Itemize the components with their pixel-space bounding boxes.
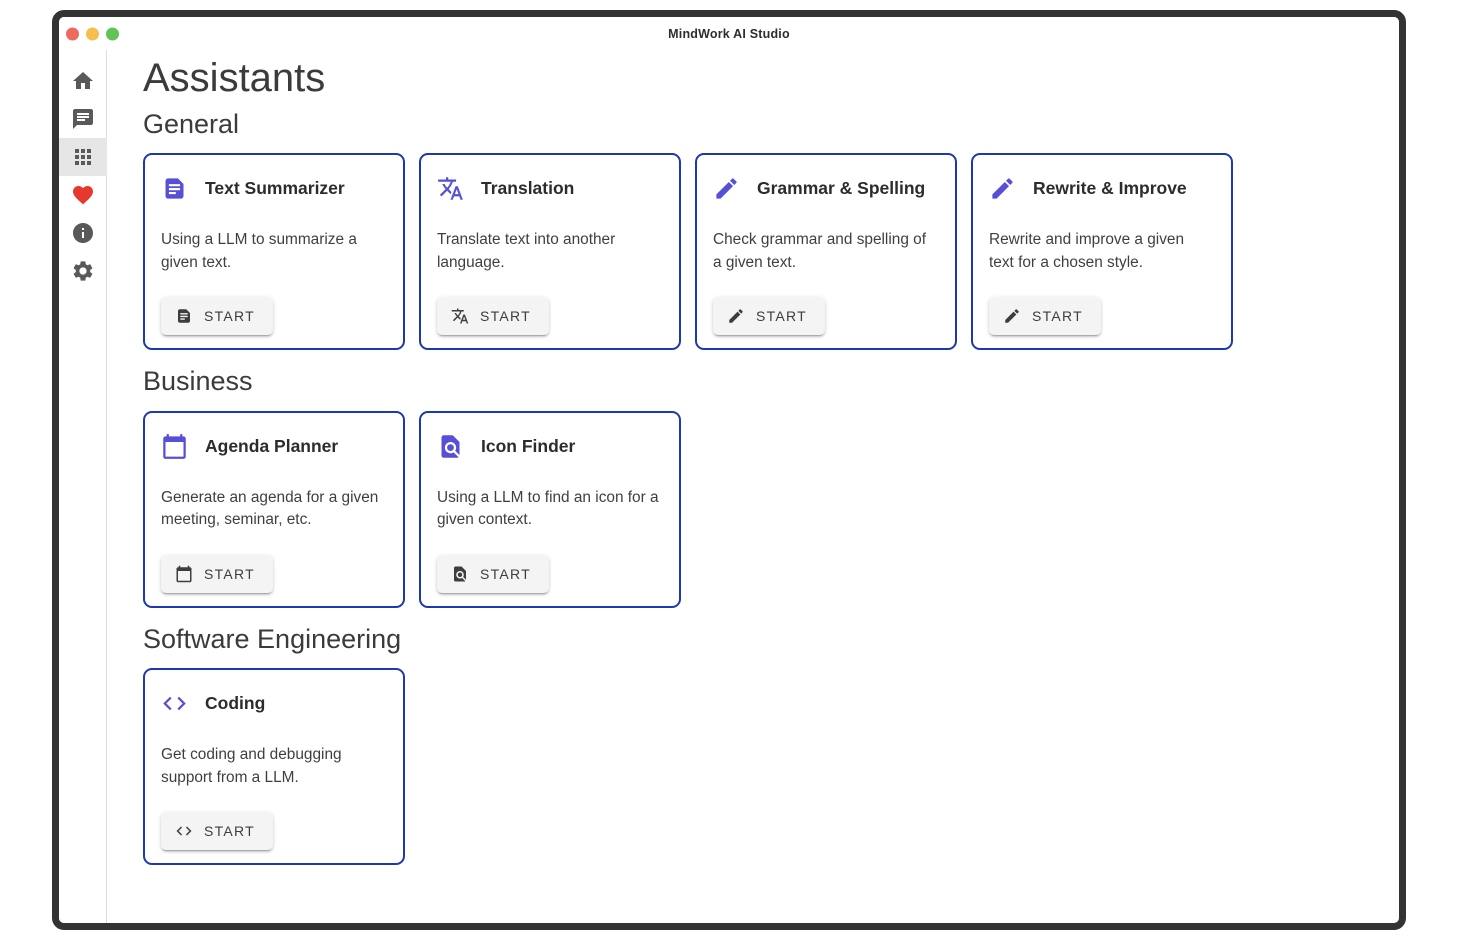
start-button-label: START	[204, 823, 255, 839]
card-title: Icon Finder	[481, 436, 575, 457]
card-header: Text Summarizer	[161, 175, 387, 202]
card-header: Icon Finder	[437, 433, 663, 460]
sidebar-item-chats[interactable]	[59, 100, 107, 138]
start-button-label: START	[756, 308, 807, 324]
section-heading: General	[143, 108, 1375, 140]
edit-icon	[713, 175, 740, 202]
assistant-card: Text Summarizer Using a LLM to summarize …	[143, 153, 405, 350]
sections-container: General Text Summarizer Using a LLM to sum…	[143, 108, 1375, 865]
card-title: Text Summarizer	[205, 178, 345, 199]
apps-icon	[71, 145, 95, 169]
sidebar-item-favorites[interactable]	[59, 176, 107, 214]
window-body: Assistants General Text Summarizer Using a…	[59, 50, 1399, 923]
calendar-icon	[175, 565, 193, 583]
translate-icon	[451, 307, 469, 325]
edit-icon	[727, 307, 745, 325]
calendar-icon	[161, 433, 188, 460]
assistant-card: Rewrite & Improve Rewrite and improve a g…	[971, 153, 1233, 350]
card-description: Check grammar and spelling of a given te…	[713, 229, 939, 275]
card-description: Rewrite and improve a given text for a c…	[989, 229, 1215, 275]
code-icon	[175, 822, 193, 840]
card-title: Rewrite & Improve	[1033, 178, 1187, 199]
start-button[interactable]: START	[161, 297, 273, 335]
sidebar-item-about[interactable]	[59, 214, 107, 252]
card-title: Coding	[205, 693, 265, 714]
app-window: MindWork AI Studio Assistants General Tex…	[52, 10, 1406, 930]
card-header: Translation	[437, 175, 663, 202]
card-title: Translation	[481, 178, 574, 199]
code-icon	[161, 690, 188, 717]
sidebar	[59, 50, 107, 923]
find-in-page-icon	[437, 433, 464, 460]
titlebar: MindWork AI Studio	[59, 17, 1399, 50]
section-heading: Software Engineering	[143, 623, 1375, 655]
card-description: Using a LLM to summarize a given text.	[161, 229, 387, 275]
card-header: Grammar & Spelling	[713, 175, 939, 202]
zoom-button[interactable]	[106, 27, 119, 40]
cards-row: Text Summarizer Using a LLM to summarize …	[143, 153, 1375, 350]
traffic-lights	[66, 27, 119, 40]
start-button-label: START	[480, 308, 531, 324]
edit-icon	[1003, 307, 1021, 325]
card-header: Coding	[161, 690, 387, 717]
card-title: Grammar & Spelling	[757, 178, 925, 199]
find-in-page-icon	[451, 565, 469, 583]
start-button-label: START	[1032, 308, 1083, 324]
card-description: Translate text into another language.	[437, 229, 663, 275]
start-button-label: START	[204, 308, 255, 324]
assistant-card: Grammar & Spelling Check grammar and spel…	[695, 153, 957, 350]
assistant-card: Coding Get coding and debugging support f…	[143, 668, 405, 865]
card-header: Agenda Planner	[161, 433, 387, 460]
assistant-card: Translation Translate text into another l…	[419, 153, 681, 350]
chat-icon	[71, 107, 95, 131]
minimize-button[interactable]	[86, 27, 99, 40]
start-button[interactable]: START	[713, 297, 825, 335]
info-icon	[71, 221, 95, 245]
card-header: Rewrite & Improve	[989, 175, 1215, 202]
card-description: Using a LLM to find an icon for a given …	[437, 487, 663, 533]
translate-icon	[437, 175, 464, 202]
summarize-icon	[161, 175, 188, 202]
start-button[interactable]: START	[161, 812, 273, 850]
start-button[interactable]: START	[437, 297, 549, 335]
card-title: Agenda Planner	[205, 436, 338, 457]
cards-row: Agenda Planner Generate an agenda for a g…	[143, 411, 1375, 608]
sidebar-item-home[interactable]	[59, 62, 107, 100]
start-button-label: START	[480, 566, 531, 582]
window-title: MindWork AI Studio	[59, 27, 1399, 41]
card-description: Get coding and debugging support from a …	[161, 744, 387, 790]
cards-row: Coding Get coding and debugging support f…	[143, 668, 1375, 865]
page-title: Assistants	[143, 54, 1375, 103]
heart-icon	[71, 183, 95, 207]
sidebar-item-assistants[interactable]	[59, 138, 107, 176]
card-description: Generate an agenda for a given meeting, …	[161, 487, 387, 533]
edit-icon	[989, 175, 1016, 202]
section-heading: Business	[143, 365, 1375, 397]
close-button[interactable]	[66, 27, 79, 40]
start-button[interactable]: START	[161, 555, 273, 593]
summarize-icon	[175, 307, 193, 325]
sidebar-item-settings[interactable]	[59, 252, 107, 290]
home-icon	[71, 69, 95, 93]
main-content: Assistants General Text Summarizer Using a…	[107, 50, 1399, 923]
gear-icon	[71, 259, 95, 283]
start-button[interactable]: START	[437, 555, 549, 593]
assistant-card: Agenda Planner Generate an agenda for a g…	[143, 411, 405, 608]
assistant-card: Icon Finder Using a LLM to find an icon f…	[419, 411, 681, 608]
start-button-label: START	[204, 566, 255, 582]
start-button[interactable]: START	[989, 297, 1101, 335]
